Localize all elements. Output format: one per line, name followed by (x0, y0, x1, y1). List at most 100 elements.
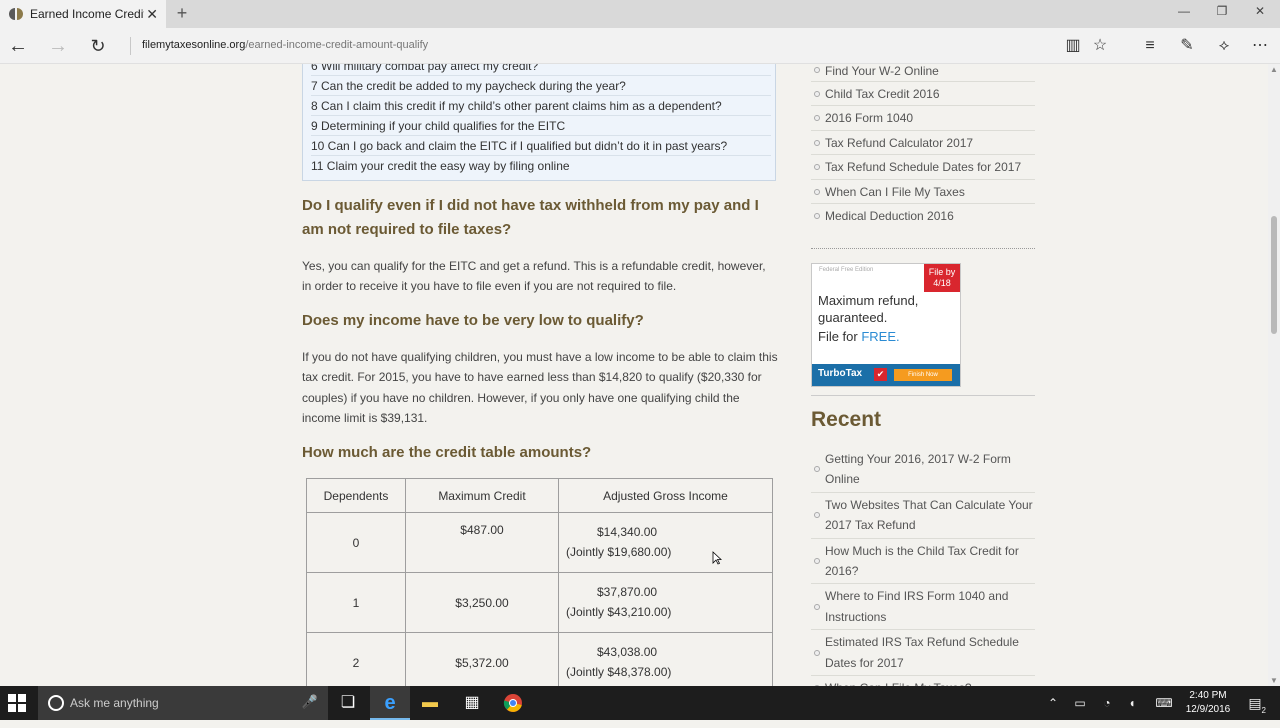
recent-link[interactable]: Where to Find IRS Form 1040 and Instruct… (811, 584, 1035, 631)
cell-agi: $37,870.00 (Jointly $43,210.00) (558, 572, 773, 633)
scroll-down-icon[interactable]: ▼ (1270, 676, 1278, 685)
file-explorer-icon[interactable]: ▬ (410, 686, 450, 720)
checkmark-icon: ✔ (874, 368, 887, 381)
tray-chevron-up-icon[interactable]: ⌃ (1043, 686, 1063, 720)
recent-link[interactable]: How Much is the Child Tax Credit for 201… (811, 539, 1035, 585)
reading-view-book-icon[interactable]: ▥ (1063, 36, 1083, 56)
agi-single: $37,870.00 (597, 585, 658, 599)
cell-max-credit: $3,250.00 (405, 572, 559, 633)
chrome-logo (503, 694, 522, 712)
ad-badge: File by 4/18 (924, 264, 960, 292)
heading-withheld: Do I qualify even if I did not have tax … (302, 197, 759, 238)
cell-agi: $14,340.00 (Jointly $19,680.00) (558, 512, 773, 573)
recent-link[interactable]: When Can I File My Taxes? (811, 676, 1035, 686)
wifi-icon[interactable]: ◔ (1097, 686, 1117, 720)
paragraph-low-income: If you do not have qualifying children, … (302, 350, 778, 426)
table-row: 1 $3,250.00 $37,870.00 (Jointly $43,210.… (306, 572, 773, 633)
sidebar-link[interactable]: Medical Deduction 2016 (811, 204, 1035, 228)
site-favicon-icon (8, 6, 24, 22)
new-tab-plus-icon[interactable]: + (172, 3, 192, 24)
sidebar-link[interactable]: Tax Refund Calculator 2017 (811, 131, 1035, 155)
hub-icon[interactable]: ≡ (1140, 36, 1160, 56)
cell-max-credit: $487.00 (405, 512, 559, 573)
recent-heading: Recent (811, 408, 882, 431)
agi-single: $14,340.00 (597, 525, 658, 539)
microphone-icon[interactable]: 🎤 (302, 694, 318, 710)
window-close-icon[interactable]: ✕ (1250, 4, 1270, 18)
cell-dependents: 0 (306, 512, 406, 573)
agi-joint: (Jointly $43,210.00) (566, 605, 672, 619)
task-view-icon[interactable]: ❏ (328, 686, 368, 720)
toc-item[interactable]: 8 Can I claim this credit if my child’s … (311, 96, 771, 116)
sidebar-link[interactable]: Find Your W-2 Online (811, 64, 1035, 82)
cell-dependents: 1 (306, 572, 406, 633)
scrollbar-thumb[interactable] (1271, 216, 1277, 334)
column-header: Maximum Credit (405, 478, 559, 513)
agi-joint: (Jointly $48,378.00) (566, 665, 672, 679)
toc-item[interactable]: 10 Can I go back and claim the EITC if I… (311, 136, 771, 156)
web-note-pen-icon[interactable]: ✎ (1177, 36, 1197, 56)
volume-icon[interactable]: ◖ (1122, 686, 1142, 720)
table-of-contents: 6 Will military combat pay affect my cre… (302, 64, 776, 181)
turbotax-ad[interactable]: Federal Free Edition File by 4/18 Maximu… (811, 263, 961, 387)
ad-line: guaranteed. (818, 310, 888, 325)
ad-brand: TurboTax (818, 368, 863, 379)
toc-item[interactable]: 11 Claim your credit the easy way by fil… (311, 156, 771, 176)
sidebar-link[interactable]: Tax Refund Schedule Dates for 2017 (811, 155, 1035, 180)
recent-divider (811, 395, 1035, 396)
battery-icon[interactable]: ▭ (1070, 686, 1090, 720)
notifications-icon[interactable]: ▤ 2 (1244, 686, 1266, 720)
more-icon[interactable]: ⋯ (1250, 36, 1270, 56)
ad-line: Maximum refund, (818, 293, 919, 308)
recent-link[interactable]: Getting Your 2016, 2017 W-2 Form Online (811, 447, 1035, 493)
toc-item[interactable]: 6 Will military combat pay affect my cre… (311, 64, 771, 76)
ad-line: File for FREE. (818, 329, 900, 344)
cell-agi: $43,038.00 (Jointly $48,378.00) (558, 632, 773, 686)
url-field[interactable]: filemytaxesonline.org/earned-income-cred… (142, 39, 428, 51)
address-separator (130, 37, 131, 55)
heading-credit-table: How much are the credit table amounts? (302, 444, 592, 461)
refresh-icon[interactable]: ↻ (86, 34, 110, 58)
store-icon[interactable]: ▦ (452, 686, 492, 720)
table-row: 2 $5,372.00 $43,038.00 (Jointly $48,378.… (306, 632, 773, 686)
paragraph-withheld: Yes, you can qualify for the EITC and ge… (302, 259, 766, 294)
sidebar-divider (811, 248, 1035, 249)
notification-count: 2 (1261, 706, 1266, 715)
table-row: 0 $487.00 $14,340.00 (Jointly $19,680.00… (306, 512, 773, 573)
cortana-search-box[interactable]: Ask me anything 🎤 (38, 686, 328, 720)
sidebar-link[interactable]: When Can I File My Taxes (811, 180, 1035, 204)
ad-small-text: Federal Free Edition (819, 267, 874, 273)
recent-link[interactable]: Estimated IRS Tax Refund Schedule Dates … (811, 630, 1035, 677)
restore-icon[interactable]: ❐ (1212, 4, 1232, 18)
scroll-up-icon[interactable]: ▲ (1270, 65, 1278, 74)
keyboard-icon[interactable]: ⌨ (1152, 686, 1176, 720)
system-clock[interactable]: 2:40 PM 12/9/2016 (1180, 689, 1236, 717)
toc-item[interactable]: 9 Determining if your child qualifies fo… (311, 116, 771, 136)
agi-single: $43,038.00 (597, 645, 658, 659)
search-placeholder: Ask me anything (70, 696, 159, 710)
minimize-icon[interactable]: — (1174, 4, 1194, 18)
sidebar-popular-list: Find Your W-2 Online Child Tax Credit 20… (811, 64, 1035, 228)
sidebar-link[interactable]: Child Tax Credit 2016 (811, 82, 1035, 106)
forward-arrow-icon[interactable]: → (46, 34, 70, 58)
mouse-cursor-icon (712, 551, 722, 565)
tab-close-icon[interactable]: ✕ (146, 6, 158, 23)
chrome-icon[interactable] (493, 686, 533, 720)
edge-browser-icon[interactable]: e (370, 686, 410, 720)
back-arrow-icon[interactable]: ← (6, 34, 30, 58)
address-bar: ← → ↻ filemytaxesonline.org/earned-incom… (0, 28, 1280, 64)
clock-time: 2:40 PM (1189, 690, 1227, 701)
ad-footer: TurboTax ✔ Finish Now (812, 364, 960, 386)
column-header: Adjusted Gross Income (558, 478, 773, 513)
browser-tab[interactable]: Earned Income Credit Ta ✕ (0, 0, 166, 28)
windows-taskbar: Ask me anything 🎤 ❏ e ▬ ▦ ⌃ ▭ ◔ ◖ ⌨ 2:40… (0, 686, 1280, 720)
toc-item[interactable]: 7 Can the credit be added to my paycheck… (311, 76, 771, 96)
ad-cta-button[interactable]: Finish Now (894, 369, 952, 381)
windows-start-icon[interactable] (8, 694, 28, 714)
sidebar-link[interactable]: 2016 Form 1040 (811, 106, 1035, 131)
tab-bar: Earned Income Credit Ta ✕ + — ❐ ✕ (0, 0, 1280, 28)
share-icon[interactable]: ⟡ (1214, 36, 1234, 56)
favorites-star-icon[interactable]: ☆ (1090, 36, 1110, 56)
vertical-scrollbar[interactable]: ▲ ▼ (1268, 64, 1280, 686)
recent-link[interactable]: Two Websites That Can Calculate Your 201… (811, 493, 1035, 539)
